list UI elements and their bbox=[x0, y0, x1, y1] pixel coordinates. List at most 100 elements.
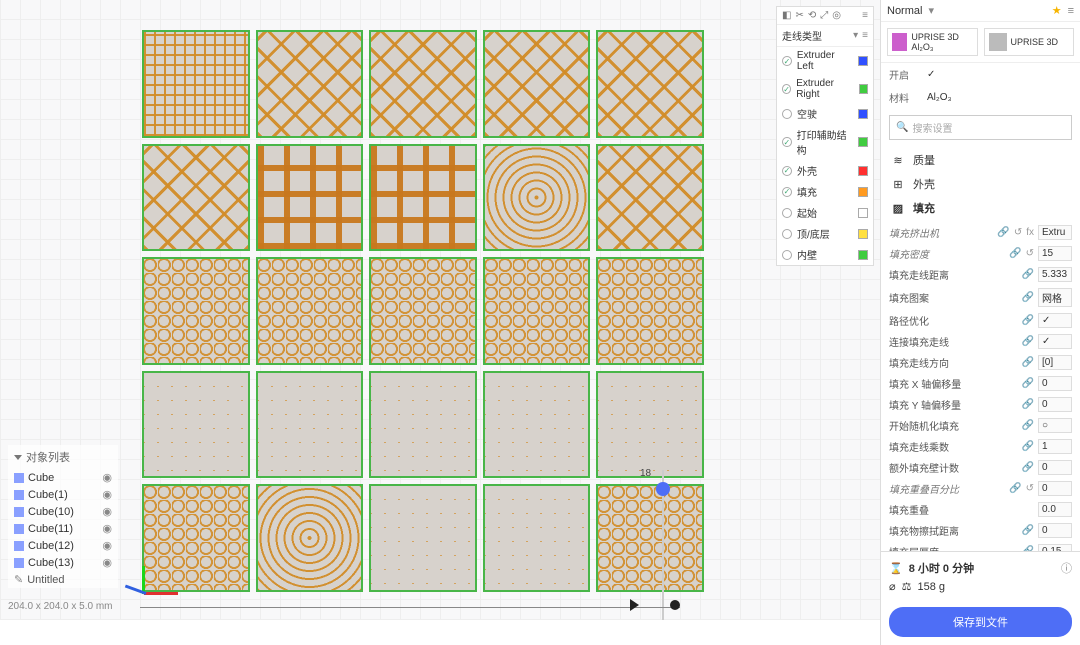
setting-value[interactable]: [0] bbox=[1038, 355, 1072, 370]
object-list-item[interactable]: Cube(10)◉ bbox=[8, 503, 118, 520]
setting-value[interactable]: 5.333 bbox=[1038, 267, 1072, 282]
infill-tile[interactable] bbox=[256, 30, 364, 138]
object-list-header[interactable]: 对象列表 bbox=[8, 445, 118, 469]
line-type-dropdown[interactable]: 走线类型 ▾ ≡ bbox=[777, 25, 873, 47]
infill-tile[interactable] bbox=[483, 371, 591, 479]
legend-checkbox[interactable]: ✓ bbox=[782, 187, 792, 197]
setting-indicator-icon[interactable]: 🔗 bbox=[1022, 269, 1034, 280]
setting-indicator-icon[interactable]: ↺ bbox=[1026, 483, 1034, 494]
visibility-icon[interactable]: ◉ bbox=[102, 471, 112, 484]
file-name[interactable]: ✎ Untitled bbox=[8, 571, 118, 588]
visibility-icon[interactable]: ◉ bbox=[102, 539, 112, 552]
setting-value[interactable]: 0.0 bbox=[1038, 502, 1072, 517]
material-value[interactable]: Al₂O₃ bbox=[927, 92, 952, 103]
infill-tile[interactable] bbox=[256, 257, 364, 365]
setting-value[interactable]: 1 bbox=[1038, 439, 1072, 454]
setting-indicator-icon[interactable]: 🔗 bbox=[1022, 525, 1034, 536]
setting-indicator-icon[interactable]: 🔗 bbox=[997, 227, 1009, 238]
legend-checkbox[interactable]: ✓ bbox=[782, 56, 792, 66]
layer-slider[interactable]: 18 bbox=[656, 470, 670, 620]
setting-value[interactable]: 0 bbox=[1038, 481, 1072, 496]
menu-icon[interactable]: ≡ bbox=[1068, 5, 1074, 17]
view-icon[interactable]: ◧ bbox=[782, 10, 791, 21]
infill-tile[interactable] bbox=[369, 257, 477, 365]
infill-tile[interactable] bbox=[483, 257, 591, 365]
legend-item[interactable]: 顶/底层 bbox=[777, 223, 873, 244]
view-icon[interactable]: ◎ bbox=[832, 10, 841, 21]
menu-icon[interactable]: ≡ bbox=[862, 10, 868, 21]
setting-value[interactable]: 0 bbox=[1038, 523, 1072, 538]
view-icon[interactable]: ⤢ bbox=[820, 10, 828, 21]
setting-value[interactable]: 0 bbox=[1038, 397, 1072, 412]
object-list-item[interactable]: Cube(1)◉ bbox=[8, 486, 118, 503]
save-button[interactable]: 保存到文件 bbox=[889, 607, 1072, 637]
setting-indicator-icon[interactable]: fx bbox=[1026, 227, 1034, 238]
view-icon[interactable]: ⟲ bbox=[808, 10, 816, 21]
setting-value[interactable]: 0.15 bbox=[1038, 544, 1072, 551]
legend-checkbox[interactable]: ✓ bbox=[782, 137, 792, 147]
infill-tile[interactable] bbox=[596, 371, 704, 479]
object-list-item[interactable]: Cube(12)◉ bbox=[8, 537, 118, 554]
legend-item[interactable]: ✓Extruder Right bbox=[777, 75, 873, 103]
infill-tile[interactable] bbox=[369, 30, 477, 138]
setting-indicator-icon[interactable]: 🔗 bbox=[1022, 336, 1034, 347]
setting-value[interactable]: 0 bbox=[1038, 376, 1072, 391]
infill-tile[interactable] bbox=[483, 484, 591, 592]
legend-item[interactable]: ✓填充 bbox=[777, 181, 873, 202]
setting-value[interactable]: 网格 bbox=[1038, 288, 1072, 307]
setting-indicator-icon[interactable]: 🔗 bbox=[1022, 399, 1034, 410]
setting-value[interactable]: ✓ bbox=[1038, 334, 1072, 349]
legend-item[interactable]: 起始 bbox=[777, 202, 873, 223]
setting-indicator-icon[interactable]: 🔗 bbox=[1022, 378, 1034, 389]
printer-tab[interactable]: UPRISE 3D Al₂O₃ bbox=[887, 28, 978, 56]
profile-selector[interactable]: Normal ▾ ★ ≡ bbox=[881, 0, 1080, 22]
setting-indicator-icon[interactable]: 🔗 bbox=[1009, 248, 1021, 259]
legend-item[interactable]: ✓外壳 bbox=[777, 160, 873, 181]
infill-tile[interactable] bbox=[596, 257, 704, 365]
legend-item[interactable]: ✓Extruder Left bbox=[777, 47, 873, 75]
setting-indicator-icon[interactable]: ↺ bbox=[1026, 248, 1034, 259]
timeline-end-knob[interactable] bbox=[670, 600, 680, 610]
setting-indicator-icon[interactable]: 🔗 bbox=[1022, 462, 1034, 473]
setting-indicator-icon[interactable]: 🔗 bbox=[1022, 441, 1034, 452]
legend-item[interactable]: ✓打印辅助结构 bbox=[777, 124, 873, 160]
setting-indicator-icon[interactable]: 🔗 bbox=[1022, 357, 1034, 368]
enable-toggle[interactable]: ✓ bbox=[927, 69, 935, 80]
menu-icon[interactable]: ≡ bbox=[862, 30, 868, 41]
infill-tile[interactable] bbox=[369, 484, 477, 592]
star-icon[interactable]: ★ bbox=[1052, 4, 1062, 17]
timeline-slider[interactable] bbox=[140, 603, 680, 613]
legend-item[interactable]: 内壁 bbox=[777, 244, 873, 265]
setting-value[interactable]: ○ bbox=[1038, 418, 1072, 433]
search-input[interactable]: 🔍 搜索设置 bbox=[889, 115, 1072, 140]
category-外壳[interactable]: ⊞外壳 bbox=[881, 172, 1080, 196]
category-质量[interactable]: ≋质量 bbox=[881, 148, 1080, 172]
infill-tile[interactable] bbox=[256, 371, 364, 479]
viewport[interactable]: 对象列表 Cube◉Cube(1)◉Cube(10)◉Cube(11)◉Cube… bbox=[0, 0, 880, 620]
infill-tile[interactable] bbox=[142, 371, 250, 479]
infill-tile[interactable] bbox=[596, 144, 704, 252]
view-icon[interactable]: ✂ bbox=[795, 10, 803, 21]
legend-checkbox[interactable] bbox=[782, 250, 792, 260]
legend-checkbox[interactable] bbox=[782, 109, 792, 119]
object-list-item[interactable]: Cube(11)◉ bbox=[8, 520, 118, 537]
setting-indicator-icon[interactable]: 🔗 bbox=[1022, 292, 1034, 303]
infill-tile[interactable] bbox=[142, 144, 250, 252]
infill-tile[interactable] bbox=[596, 484, 704, 592]
setting-indicator-icon[interactable]: 🔗 bbox=[1022, 315, 1034, 326]
setting-indicator-icon[interactable]: ↺ bbox=[1014, 227, 1022, 238]
legend-checkbox[interactable]: ✓ bbox=[782, 84, 791, 94]
setting-indicator-icon[interactable]: 🔗 bbox=[1022, 420, 1034, 431]
object-list-item[interactable]: Cube(13)◉ bbox=[8, 554, 118, 571]
category-填充[interactable]: ▨填充 bbox=[881, 196, 1080, 220]
infill-tile[interactable] bbox=[483, 144, 591, 252]
infill-tile[interactable] bbox=[483, 30, 591, 138]
legend-checkbox[interactable] bbox=[782, 208, 792, 218]
printer-tab[interactable]: UPRISE 3D bbox=[984, 28, 1075, 56]
visibility-icon[interactable]: ◉ bbox=[102, 505, 112, 518]
infill-tile[interactable] bbox=[142, 30, 250, 138]
setting-value[interactable]: 0 bbox=[1038, 460, 1072, 475]
visibility-icon[interactable]: ◉ bbox=[102, 488, 112, 501]
setting-value[interactable]: Extru bbox=[1038, 225, 1072, 240]
legend-checkbox[interactable]: ✓ bbox=[782, 166, 792, 176]
